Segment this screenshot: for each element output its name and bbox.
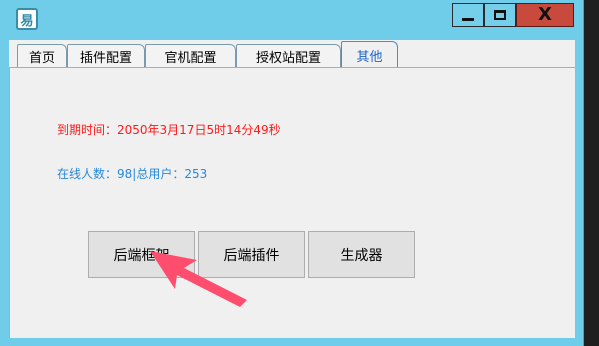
title-bar[interactable]: 易 X: [0, 0, 583, 36]
tab-plugin-config[interactable]: 插件配置: [67, 44, 145, 67]
close-icon: X: [538, 4, 552, 25]
app-window: 易 X 首页 插件配置 官机配置 授权站配置 其他 到期时间：2050年3月17…: [0, 0, 584, 346]
minimize-icon: [462, 17, 474, 21]
generator-button[interactable]: 生成器: [308, 231, 415, 278]
backend-plugin-button[interactable]: 后端插件: [198, 231, 305, 278]
tab-other[interactable]: 其他: [341, 41, 398, 68]
tab-home[interactable]: 首页: [17, 44, 67, 67]
minimize-button[interactable]: [452, 3, 484, 27]
maximize-button[interactable]: [484, 3, 516, 27]
tab-bar: 首页 插件配置 官机配置 授权站配置 其他: [9, 40, 575, 68]
tab-panel-other: 到期时间：2050年3月17日5时14分49秒 在线人数：98|总用户：253 …: [9, 68, 575, 338]
maximize-icon: [494, 10, 506, 20]
client-area: 首页 插件配置 官机配置 授权站配置 其他 到期时间：2050年3月17日5时1…: [9, 40, 575, 338]
online-users-label: 在线人数：98|总用户：253: [57, 167, 208, 181]
expire-time-label: 到期时间：2050年3月17日5时14分49秒: [57, 123, 281, 137]
backend-framework-button[interactable]: 后端框架: [88, 231, 195, 278]
app-icon[interactable]: 易: [16, 8, 38, 30]
tab-auth-site-config[interactable]: 授权站配置: [236, 44, 341, 67]
tab-official-config[interactable]: 官机配置: [145, 44, 236, 67]
close-button[interactable]: X: [516, 3, 574, 27]
